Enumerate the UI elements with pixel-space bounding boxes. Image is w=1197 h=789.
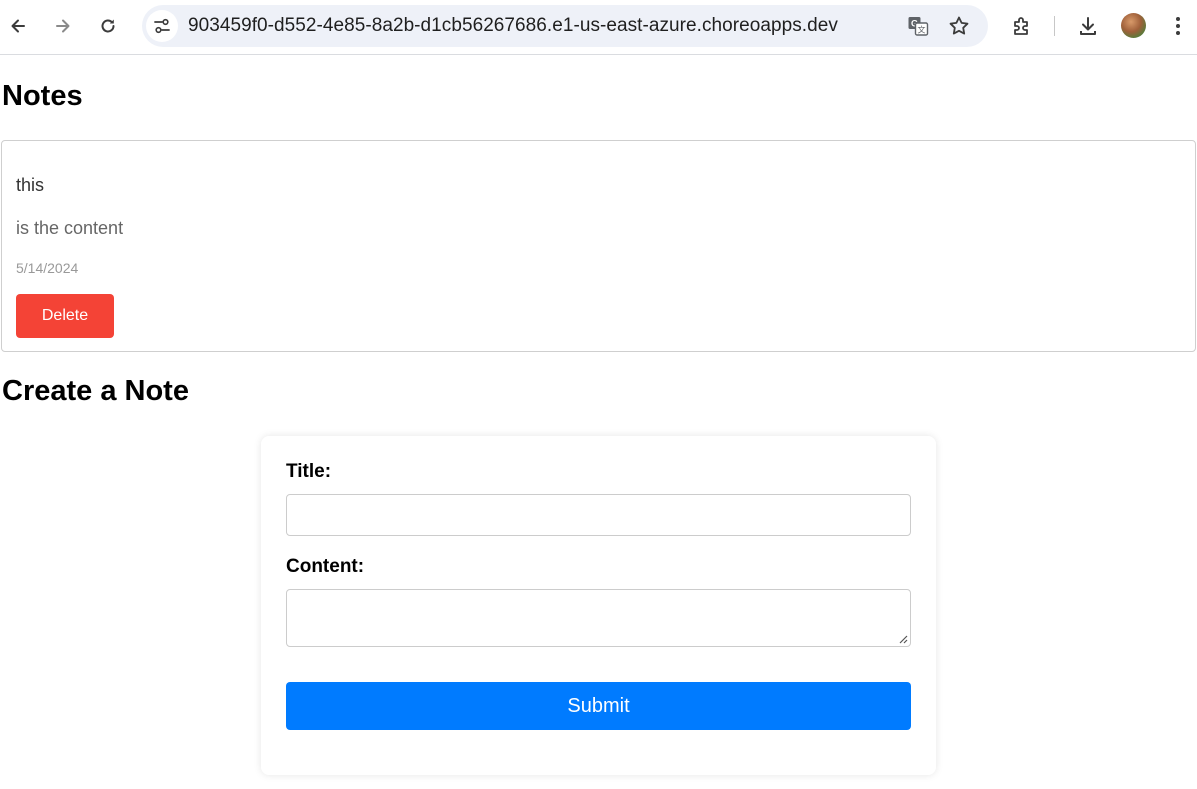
content-textarea[interactable]	[286, 589, 911, 647]
reload-icon[interactable]	[90, 8, 126, 44]
title-label: Title:	[286, 461, 332, 482]
note-date: 5/14/2024	[16, 260, 79, 276]
create-note-heading: Create a Note	[2, 375, 189, 407]
url-text[interactable]: 903459f0-d552-4e85-8a2b-d1cb56267686.e1-…	[188, 15, 838, 37]
submit-button[interactable]: Submit	[286, 682, 911, 730]
extensions-icon[interactable]	[1004, 8, 1040, 44]
translate-icon[interactable]: G 文	[906, 14, 930, 38]
download-icon[interactable]	[1070, 8, 1106, 44]
notes-heading: Notes	[2, 80, 83, 112]
delete-button[interactable]: Delete	[16, 294, 114, 338]
create-note-form: Title: Content: Submit	[261, 436, 936, 775]
note-card: this is the content 5/14/2024 Delete	[1, 140, 1196, 352]
address-bar[interactable]: 903459f0-d552-4e85-8a2b-d1cb56267686.e1-…	[142, 5, 988, 47]
profile-avatar[interactable]	[1121, 13, 1146, 38]
more-menu-icon[interactable]	[1160, 8, 1196, 44]
note-title: this	[16, 175, 45, 195]
back-arrow-icon[interactable]	[0, 8, 36, 44]
resize-handle-icon[interactable]	[898, 634, 908, 644]
content-label: Content:	[286, 556, 365, 577]
toolbar-separator	[1054, 16, 1055, 36]
note-content: is the content	[16, 218, 124, 238]
title-input[interactable]	[286, 494, 911, 536]
site-info-icon[interactable]	[146, 10, 178, 42]
forward-arrow-icon[interactable]	[45, 8, 81, 44]
svg-text:文: 文	[918, 25, 926, 35]
bookmark-star-icon[interactable]	[947, 14, 971, 38]
browser-toolbar: 903459f0-d552-4e85-8a2b-d1cb56267686.e1-…	[0, 0, 1197, 55]
